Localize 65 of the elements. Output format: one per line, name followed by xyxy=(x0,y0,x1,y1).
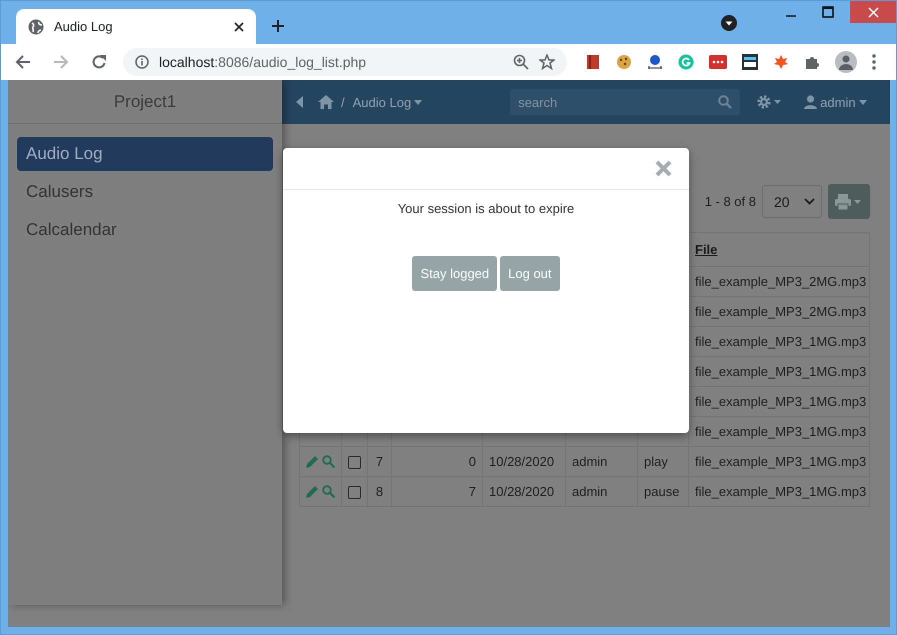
table-cell: file_example_MP3_1MG.mp3 xyxy=(695,454,866,469)
caret-icon[interactable] xyxy=(296,96,303,108)
caret-icon xyxy=(414,100,422,104)
row-checkbox[interactable] xyxy=(348,456,361,470)
settings-button[interactable] xyxy=(756,94,782,110)
table-cell: 10/28/2020 xyxy=(489,454,554,469)
table-cell: admin xyxy=(572,484,608,499)
close-icon[interactable] xyxy=(234,22,244,32)
table-cell: file_example_MP3_1MG.mp3 xyxy=(695,334,866,349)
menu-icon[interactable] xyxy=(872,54,876,70)
table-cell: play xyxy=(644,454,668,469)
record-count: 1 - 8 of 8 xyxy=(704,194,756,209)
puzzle-icon[interactable] xyxy=(804,54,820,70)
user-menu[interactable]: admin xyxy=(804,94,867,110)
table-cell: file_example_MP3_2MG.mp3 xyxy=(695,274,866,289)
reload-icon[interactable] xyxy=(91,54,107,70)
table-cell: pause xyxy=(644,484,680,499)
table-cell: file_example_MP3_1MG.mp3 xyxy=(695,484,866,499)
table-cell: file_example_MP3_1MG.mp3 xyxy=(695,424,866,439)
user-icon xyxy=(804,95,818,109)
page-size-select[interactable]: 20 xyxy=(762,185,822,218)
table-cell: file_example_MP3_1MG.mp3 xyxy=(695,364,866,379)
row-checkbox[interactable] xyxy=(348,486,361,500)
back-arrow-icon[interactable] xyxy=(15,54,31,70)
table-cell: 10/28/2020 xyxy=(489,484,554,499)
close-icon xyxy=(868,6,878,18)
search-field[interactable]: search xyxy=(510,89,740,115)
breadcrumb-link[interactable]: Audio Log xyxy=(352,94,422,110)
star-icon[interactable] xyxy=(539,54,555,70)
plus-icon xyxy=(272,20,284,32)
chevron-icon xyxy=(804,198,815,205)
sidebar-item[interactable]: Audio Log xyxy=(17,137,273,171)
home-icon[interactable] xyxy=(318,95,334,109)
table-cell: file_example_MP3_1MG.mp3 xyxy=(695,394,866,409)
browser-tab[interactable]: Audio Log xyxy=(16,9,256,44)
dropdown-icon[interactable] xyxy=(721,15,737,31)
close-window-button[interactable] xyxy=(850,1,896,23)
dialog-message: Your session is about to expire xyxy=(398,201,574,216)
leaf-icon[interactable] xyxy=(773,54,789,70)
breadcrumb-separator: / xyxy=(341,94,345,110)
table-cell: admin xyxy=(572,454,608,469)
url-text: localhost:8086/audio_log_list.php xyxy=(159,54,366,70)
column-header[interactable]: File xyxy=(695,242,718,257)
address-field[interactable]: localhost:8086/audio_log_list.php xyxy=(123,48,567,76)
table-cell: 7 xyxy=(468,484,476,499)
book-icon[interactable] xyxy=(585,54,601,70)
dialog-button[interactable]: Stay logged xyxy=(412,256,498,291)
printer-icon xyxy=(835,194,863,210)
caret-icon xyxy=(858,100,867,104)
info-icon xyxy=(135,55,149,69)
avatar-icon[interactable] xyxy=(835,51,857,73)
globe-icon xyxy=(28,18,44,34)
extension-icon[interactable] xyxy=(647,54,663,70)
dialog-button[interactable]: Log out xyxy=(500,256,560,291)
tab-title: Audio Log xyxy=(54,19,114,34)
table-cell: 7 xyxy=(376,454,384,469)
table-cell: 8 xyxy=(376,484,384,499)
extension-icon[interactable] xyxy=(742,54,758,70)
maximize-icon[interactable] xyxy=(822,6,834,18)
table-cell: file_example_MP3_2MG.mp3 xyxy=(695,304,866,319)
cookie-icon[interactable] xyxy=(616,54,632,70)
table-cell: 0 xyxy=(468,454,476,469)
zoom-icon[interactable] xyxy=(513,54,529,70)
sidebar-item[interactable]: Calcalendar xyxy=(17,213,273,247)
sidebar-item[interactable]: Calusers xyxy=(17,175,273,209)
